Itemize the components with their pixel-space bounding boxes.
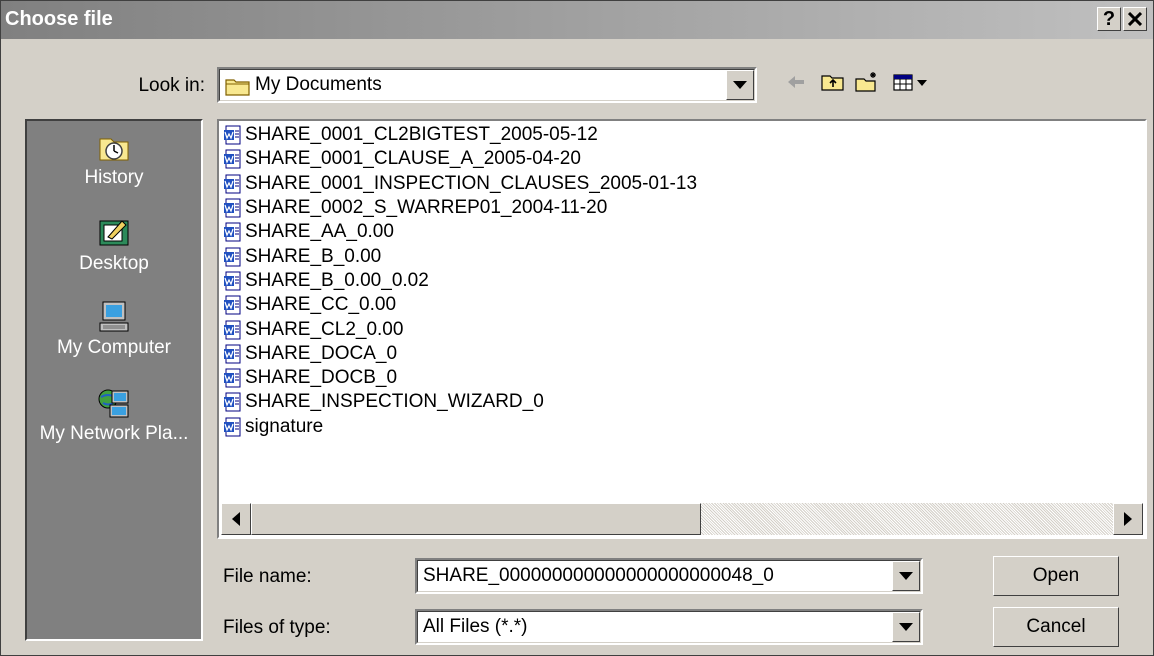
file-list-item[interactable]: SHARE_0002_S_WARREP01_2004-11-20 <box>223 196 697 220</box>
title-bar[interactable]: Choose file ? <box>1 1 1153 39</box>
chevron-down-icon <box>899 623 913 631</box>
file-name-input[interactable]: SHARE_000000000000000000000048_0 <box>423 565 774 587</box>
word-document-icon <box>224 198 241 218</box>
file-name-text: SHARE_DOCB_0 <box>245 367 398 389</box>
word-document-icon <box>224 247 241 267</box>
chevron-down-icon <box>899 572 913 580</box>
my-computer-icon <box>99 301 129 332</box>
file-list-item[interactable]: SHARE_INSPECTION_WIZARD_0 <box>223 390 697 414</box>
file-type-dropdown-button[interactable] <box>892 612 920 642</box>
file-name-text: SHARE_B_0.00_0.02 <box>245 269 429 291</box>
file-name-text: SHARE_0001_CLAUSE_A_2005-04-20 <box>245 148 581 170</box>
word-document-icon <box>224 271 241 291</box>
look-in-dropdown-button[interactable] <box>726 70 754 100</box>
horizontal-scrollbar[interactable] <box>221 503 1143 535</box>
place-label: History <box>84 167 144 188</box>
view-menu-icon[interactable] <box>893 71 931 93</box>
help-button[interactable]: ? <box>1097 7 1121 31</box>
desktop-icon <box>99 220 129 246</box>
file-list-item[interactable]: SHARE_0001_CL2BIGTEST_2005-05-12 <box>223 123 697 147</box>
word-document-icon <box>224 149 241 169</box>
place-my-network-places[interactable]: My Network Pla... <box>27 387 201 445</box>
file-list-item[interactable]: SHARE_CC_0.00 <box>223 293 697 317</box>
file-list-item[interactable]: SHARE_CL2_0.00 <box>223 317 697 341</box>
scrollbar-thumb[interactable] <box>251 503 701 535</box>
look-in-value: My Documents <box>255 74 382 95</box>
file-name-label: File name: <box>223 566 312 587</box>
file-type-combo[interactable]: All Files (*.*) <box>415 609 923 645</box>
place-label: My Computer <box>56 337 172 358</box>
file-list-item[interactable]: signature <box>223 415 697 439</box>
close-button[interactable] <box>1123 7 1147 31</box>
word-document-icon <box>224 125 241 145</box>
scroll-left-button[interactable] <box>221 503 251 535</box>
word-document-icon <box>224 320 241 340</box>
cancel-button[interactable]: Cancel <box>993 607 1119 647</box>
file-name-text: SHARE_CC_0.00 <box>245 294 397 316</box>
back-arrow-icon[interactable] <box>785 71 807 93</box>
file-name-combo[interactable]: SHARE_000000000000000000000048_0 <box>415 558 923 594</box>
word-document-icon <box>224 174 241 194</box>
file-items: SHARE_0001_CL2BIGTEST_2005-05-12 SHARE_00… <box>223 123 697 439</box>
word-document-icon <box>224 392 241 412</box>
file-type-value: All Files (*.*) <box>423 616 528 637</box>
up-folder-icon[interactable] <box>821 71 845 93</box>
file-list[interactable]: SHARE_0001_CL2BIGTEST_2005-05-12 SHARE_00… <box>217 119 1147 539</box>
place-label: My Network Pla... <box>39 423 189 444</box>
place-my-computer[interactable]: My Computer <box>27 301 201 359</box>
network-places-icon <box>98 389 129 418</box>
look-in-combo[interactable]: My Documents <box>217 67 757 103</box>
file-type-label: Files of type: <box>223 617 331 638</box>
file-name-text: SHARE_INSPECTION_WIZARD_0 <box>245 391 544 413</box>
chevron-down-icon <box>733 81 747 89</box>
file-list-item[interactable]: SHARE_B_0.00_0.02 <box>223 269 697 293</box>
file-list-item[interactable]: SHARE_0001_INSPECTION_CLAUSES_2005-01-13 <box>223 172 697 196</box>
places-bar: History Desktop My Computer My Network P… <box>25 119 203 641</box>
word-document-icon <box>224 417 241 437</box>
window-title: Choose file <box>5 8 113 30</box>
file-name-text: signature <box>245 415 324 437</box>
choose-file-dialog: Choose file ? Look in: My Documents Hist… <box>0 0 1154 656</box>
scroll-right-button[interactable] <box>1113 503 1143 535</box>
folder-icon <box>225 79 250 96</box>
open-button[interactable]: Open <box>993 556 1119 596</box>
place-desktop[interactable]: Desktop <box>27 217 201 275</box>
word-document-icon <box>224 368 241 388</box>
file-name-text: SHARE_DOCA_0 <box>245 342 398 364</box>
chevron-right-icon <box>1124 512 1132 526</box>
file-list-item[interactable]: SHARE_B_0.00 <box>223 244 697 268</box>
file-name-dropdown-button[interactable] <box>892 561 920 591</box>
chevron-left-icon <box>232 512 240 526</box>
file-list-item[interactable]: SHARE_AA_0.00 <box>223 220 697 244</box>
look-in-label: Look in: <box>138 75 205 96</box>
word-document-icon <box>224 344 241 364</box>
history-icon <box>99 138 129 161</box>
file-name-text: SHARE_CL2_0.00 <box>245 318 404 340</box>
file-list-item[interactable]: SHARE_DOCA_0 <box>223 342 697 366</box>
place-history[interactable]: History <box>27 131 201 189</box>
word-document-icon <box>224 295 241 315</box>
file-name-text: SHARE_0001_INSPECTION_CLAUSES_2005-01-13 <box>245 172 698 194</box>
file-list-item[interactable]: SHARE_DOCB_0 <box>223 366 697 390</box>
file-list-item[interactable]: SHARE_0001_CLAUSE_A_2005-04-20 <box>223 147 697 171</box>
file-name-text: SHARE_0002_S_WARREP01_2004-11-20 <box>245 197 608 219</box>
word-document-icon <box>224 222 241 242</box>
file-name-text: SHARE_AA_0.00 <box>245 221 394 243</box>
place-label: Desktop <box>79 253 149 274</box>
close-icon <box>1128 12 1142 26</box>
new-folder-icon[interactable] <box>855 71 879 93</box>
file-name-text: SHARE_0001_CL2BIGTEST_2005-05-12 <box>245 124 598 146</box>
file-name-text: SHARE_B_0.00 <box>245 245 382 267</box>
